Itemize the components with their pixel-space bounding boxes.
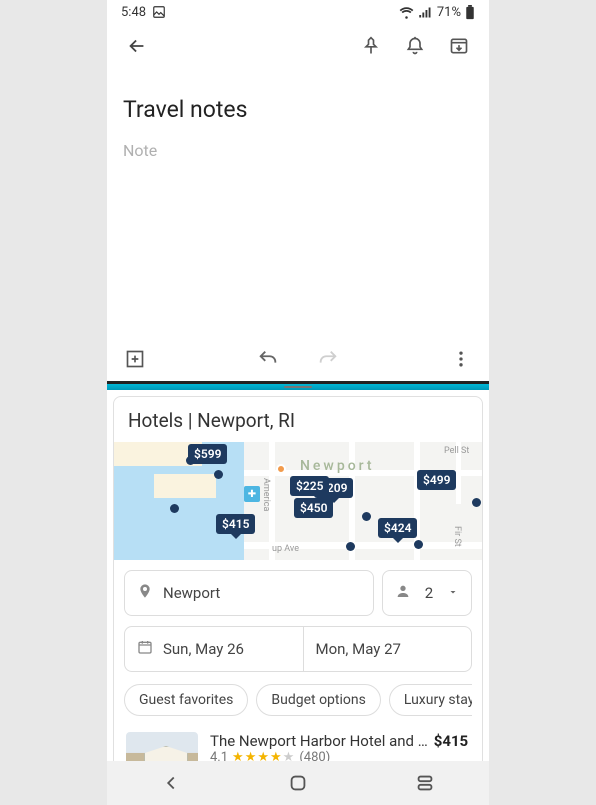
map-street-america: America	[261, 478, 271, 511]
filter-chip[interactable]: Budget options	[256, 684, 380, 716]
price-pin[interactable]: $225	[290, 476, 329, 496]
reminder-button[interactable]	[397, 28, 433, 64]
hotels-header: Hotels | Newport, RI	[114, 397, 482, 442]
location-pin-icon	[137, 583, 153, 603]
system-navigation-bar	[107, 761, 489, 805]
map-street-pell: Pell St	[444, 446, 469, 456]
location-field[interactable]: Newport	[124, 570, 374, 616]
back-button[interactable]	[119, 28, 155, 64]
hotel-thumbnail	[126, 732, 198, 761]
signal-icon	[418, 5, 433, 20]
notes-app-pane: Travel notes Note	[107, 24, 489, 384]
filter-chips: Guest favorites Budget options Luxury st…	[124, 682, 472, 726]
map-dot[interactable]	[472, 498, 481, 507]
poi-pin	[276, 464, 286, 474]
hotel-name: The Newport Harbor Hotel and …	[210, 732, 428, 750]
star-rating-icon: ★★★★★	[232, 750, 295, 761]
hotels-map[interactable]: Newport Pell St America up Ave Fir St ✚ …	[114, 442, 482, 560]
checkin-value: Sun, May 26	[163, 640, 244, 658]
map-dot[interactable]	[346, 542, 355, 551]
filter-chip[interactable]: Guest favorites	[124, 684, 248, 716]
map-dot[interactable]	[414, 540, 423, 549]
hotel-reviews: (480)	[299, 750, 330, 761]
nav-back-button[interactable]	[153, 765, 189, 801]
checkin-date[interactable]: Sun, May 26	[125, 627, 293, 671]
map-dot[interactable]	[362, 512, 371, 521]
guests-field[interactable]: 2	[382, 570, 472, 616]
status-bar: 5:48 71%	[107, 0, 489, 24]
map-dot[interactable]	[170, 504, 179, 513]
calendar-icon	[137, 639, 153, 659]
nav-recents-button[interactable]	[407, 765, 443, 801]
guests-value: 2	[425, 584, 433, 602]
price-pin[interactable]: $599	[188, 444, 227, 464]
location-value: Newport	[163, 584, 220, 602]
map-dot[interactable]	[214, 470, 223, 479]
map-street-up: up Ave	[272, 544, 299, 554]
nav-home-button[interactable]	[280, 765, 316, 801]
person-icon	[395, 583, 411, 603]
undo-button[interactable]	[250, 341, 286, 377]
chevron-down-icon	[447, 584, 459, 602]
wifi-icon	[399, 5, 414, 20]
image-icon	[152, 5, 166, 19]
hotel-price: $415	[434, 732, 468, 750]
notes-bottombar	[107, 337, 489, 381]
price-pin[interactable]: $499	[417, 470, 456, 490]
archive-button[interactable]	[441, 28, 477, 64]
price-pin[interactable]: $415	[216, 514, 255, 534]
notes-toolbar	[107, 24, 489, 68]
map-city-label: Newport	[300, 458, 375, 474]
hotel-result[interactable]: The Newport Harbor Hotel and … $415 4.1 …	[114, 726, 482, 761]
checkout-value: Mon, May 27	[316, 640, 401, 658]
status-time: 5:48	[121, 5, 146, 20]
dates-field[interactable]: Sun, May 26 Mon, May 27	[124, 626, 472, 672]
hotel-rating: 4.1	[210, 750, 228, 761]
filter-chip[interactable]: Luxury stays	[389, 684, 472, 716]
more-button[interactable]	[443, 341, 479, 377]
price-pin[interactable]: $424	[378, 518, 417, 538]
transit-icon: ✚	[244, 486, 260, 502]
battery-percent: 71%	[437, 5, 461, 20]
note-title[interactable]: Travel notes	[123, 96, 473, 123]
checkout-date[interactable]: Mon, May 27	[303, 627, 472, 671]
redo-button[interactable]	[310, 341, 346, 377]
map-street-fir: Fir St	[452, 526, 462, 547]
add-content-button[interactable]	[117, 341, 153, 377]
price-pin[interactable]: $450	[294, 498, 333, 518]
pin-button[interactable]	[353, 28, 389, 64]
note-body-placeholder[interactable]: Note	[123, 141, 473, 160]
hotels-app-pane: Hotels | Newport, RI Newport Pell St Ame…	[107, 390, 489, 761]
battery-icon	[465, 5, 475, 20]
